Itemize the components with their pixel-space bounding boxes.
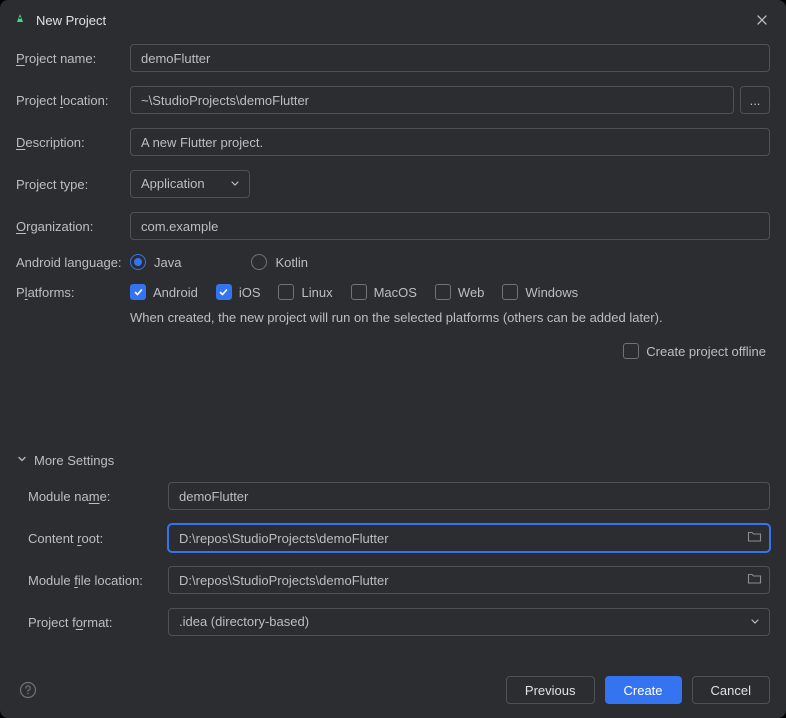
checkbox-label: iOS <box>239 285 261 300</box>
module-name-label: Module name: <box>28 489 168 504</box>
dialog-footer: Previous Create Cancel <box>0 662 786 718</box>
checkbox-icon <box>216 284 232 300</box>
radio-kotlin[interactable]: Kotlin <box>251 254 308 270</box>
description-input[interactable] <box>130 128 770 156</box>
radio-label-kotlin: Kotlin <box>275 255 308 270</box>
more-settings-label: More Settings <box>34 453 114 468</box>
project-format-label: Project format: <box>28 615 168 630</box>
content-root-input[interactable] <box>168 524 770 552</box>
android-language-label: Android language: <box>16 255 130 270</box>
module-name-input[interactable] <box>168 482 770 510</box>
checkbox-icon <box>435 284 451 300</box>
radio-java[interactable]: Java <box>130 254 181 270</box>
checkbox-linux[interactable]: Linux <box>278 284 332 300</box>
project-type-select[interactable]: Application <box>130 170 250 198</box>
browse-location-button[interactable]: ... <box>740 86 770 114</box>
new-project-dialog: New Project Project name: Project locati… <box>0 0 786 718</box>
checkbox-label: Linux <box>301 285 332 300</box>
project-location-input[interactable] <box>130 86 734 114</box>
description-label: Description: <box>16 135 130 150</box>
folder-icon[interactable] <box>747 529 762 547</box>
checkbox-label: MacOS <box>374 285 417 300</box>
checkbox-icon <box>130 284 146 300</box>
radio-label-java: Java <box>154 255 181 270</box>
radio-icon <box>251 254 267 270</box>
checkbox-offline[interactable]: Create project offline <box>623 343 766 359</box>
project-type-label: Project type: <box>16 177 130 192</box>
titlebar: New Project <box>0 0 786 40</box>
checkbox-label: Web <box>458 285 485 300</box>
project-name-input[interactable] <box>130 44 770 72</box>
more-settings-panel: Module name: Content root: Modu <box>16 482 770 636</box>
android-studio-icon <box>12 12 28 28</box>
checkbox-icon <box>351 284 367 300</box>
project-location-label: Project location: <box>16 93 130 108</box>
folder-icon[interactable] <box>747 571 762 589</box>
dialog-content: Project name: Project location: ... Desc… <box>0 40 786 662</box>
help-icon[interactable] <box>16 678 40 702</box>
window-title: New Project <box>36 13 750 28</box>
chevron-down-icon <box>16 453 28 468</box>
previous-button[interactable]: Previous <box>506 676 595 704</box>
checkbox-android[interactable]: Android <box>130 284 198 300</box>
cancel-button[interactable]: Cancel <box>692 676 770 704</box>
content-root-label: Content root: <box>28 531 168 546</box>
radio-icon <box>130 254 146 270</box>
checkbox-web[interactable]: Web <box>435 284 485 300</box>
module-file-location-label: Module file location: <box>28 573 168 588</box>
module-file-location-input[interactable] <box>168 566 770 594</box>
close-icon[interactable] <box>750 8 774 32</box>
checkbox-windows[interactable]: Windows <box>502 284 578 300</box>
organization-input[interactable] <box>130 212 770 240</box>
checkbox-icon <box>623 343 639 359</box>
organization-label: Organization: <box>16 219 130 234</box>
checkbox-icon <box>278 284 294 300</box>
checkbox-label: Android <box>153 285 198 300</box>
project-format-select[interactable]: .idea (directory-based) <box>168 608 770 636</box>
checkbox-label: Create project offline <box>646 344 766 359</box>
checkbox-label: Windows <box>525 285 578 300</box>
project-name-label: Project name: <box>16 51 130 66</box>
more-settings-toggle[interactable]: More Settings <box>16 449 770 472</box>
platforms-label: Platforms: <box>16 285 130 300</box>
checkbox-macos[interactable]: MacOS <box>351 284 417 300</box>
checkbox-ios[interactable]: iOS <box>216 284 261 300</box>
platforms-hint: When created, the new project will run o… <box>130 310 770 325</box>
checkbox-icon <box>502 284 518 300</box>
create-button[interactable]: Create <box>605 676 682 704</box>
